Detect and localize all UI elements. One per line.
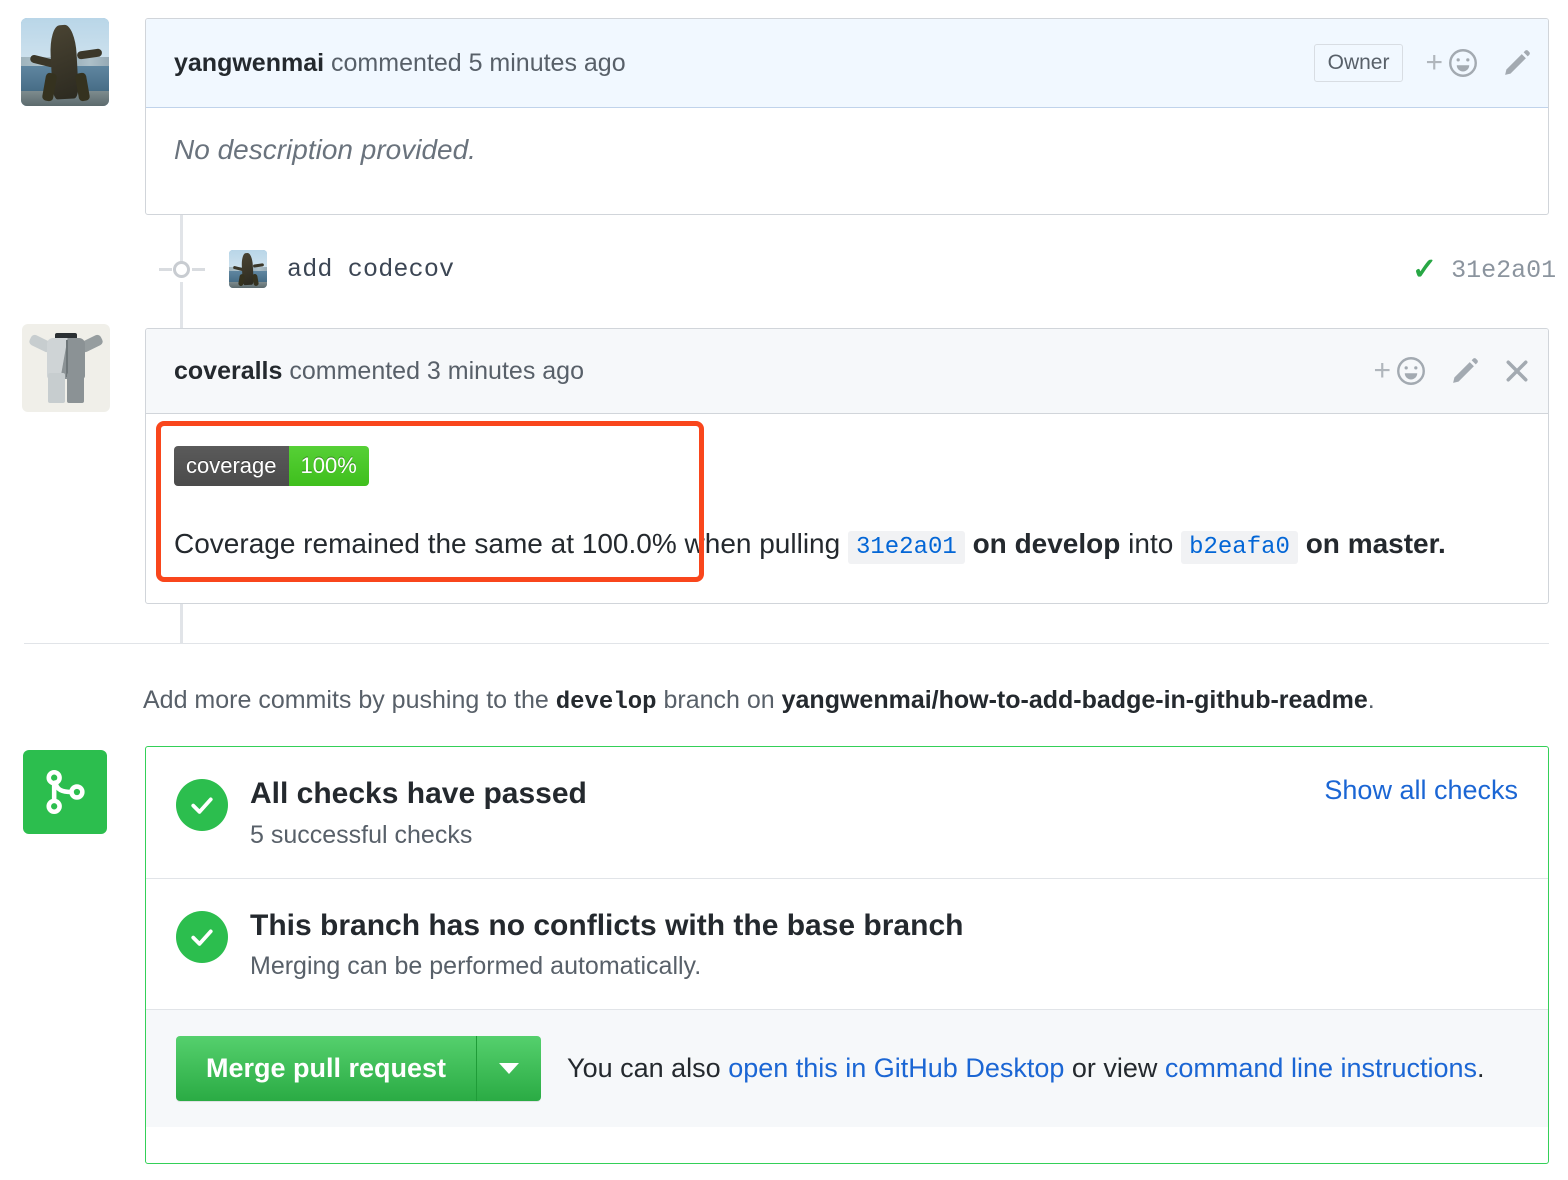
footer-text-part3: . bbox=[1477, 1053, 1485, 1083]
push-more-commits-notice: Add more commits by pushing to the devel… bbox=[143, 686, 1375, 716]
coveralls-author-line: coveralls commented 3 minutes ago bbox=[174, 357, 584, 386]
command-line-instructions-link[interactable]: command line instructions bbox=[1165, 1053, 1477, 1083]
base-sha-pill: b2eafa0 bbox=[1181, 531, 1298, 564]
push-notice-part2: branch on bbox=[656, 686, 782, 714]
coverage-badge[interactable]: coverage 100% bbox=[174, 446, 369, 486]
comment-author-line: yangwenmai commented 5 minutes ago bbox=[174, 49, 626, 78]
coveralls-comment-header: coveralls commented 3 minutes ago + bbox=[146, 329, 1548, 414]
timeline-rail-lower bbox=[180, 282, 183, 330]
coverage-badge-value: 100% bbox=[288, 446, 369, 486]
conflicts-texts: This branch has no conflicts with the ba… bbox=[250, 909, 963, 982]
commit-author-avatar bbox=[229, 250, 267, 288]
commit-row[interactable]: add codecov bbox=[229, 250, 454, 288]
coveralls-zipper bbox=[65, 339, 68, 377]
coverage-summary-text: Coverage remained the same at 100.0% whe… bbox=[174, 528, 1520, 564]
git-merge-icon bbox=[46, 770, 85, 814]
comment-body: No description provided. bbox=[146, 108, 1548, 192]
timeline-rail-upper bbox=[180, 215, 183, 265]
coveralls-author[interactable]: coveralls bbox=[174, 357, 282, 385]
coveralls-header-actions: + bbox=[1373, 354, 1532, 388]
comment-timestamp: commented 5 minutes ago bbox=[324, 48, 626, 77]
coverage-summary-part1: Coverage remained the same at 100.0% whe… bbox=[174, 528, 848, 559]
commit-message[interactable]: add codecov bbox=[287, 255, 454, 284]
conflicts-section: This branch has no conflicts with the ba… bbox=[146, 879, 1548, 1010]
comment-coveralls: coveralls commented 3 minutes ago + cove… bbox=[145, 328, 1549, 604]
conflicts-row: This branch has no conflicts with the ba… bbox=[176, 909, 1518, 982]
push-notice-repo: yangwenmai/how-to-add-badge-in-github-re… bbox=[781, 686, 1368, 714]
timeline-divider bbox=[24, 643, 1549, 644]
push-notice-part1: Add more commits by pushing to the bbox=[143, 686, 556, 714]
commit-sha[interactable]: 31e2a01 bbox=[1451, 256, 1556, 285]
chevron-down-icon bbox=[499, 1063, 520, 1074]
avatar-yangwenmai[interactable] bbox=[21, 18, 109, 106]
checks-row: All checks have passed 5 successful chec… bbox=[176, 777, 1518, 850]
coveralls-timestamp: commented 3 minutes ago bbox=[282, 356, 584, 385]
checks-title: All checks have passed bbox=[250, 777, 587, 810]
edit-comment-icon[interactable] bbox=[1450, 356, 1480, 386]
merge-status-icon-tile bbox=[23, 750, 107, 834]
merge-pull-request-button-group: Merge pull request bbox=[176, 1036, 542, 1101]
show-all-checks-link[interactable]: Show all checks bbox=[1324, 775, 1518, 806]
checks-subtitle: 5 successful checks bbox=[250, 820, 473, 849]
add-reaction-icon[interactable]: + bbox=[1425, 46, 1480, 80]
base-branch-text: on master. bbox=[1297, 528, 1446, 559]
checks-passed-icon bbox=[176, 779, 228, 831]
plus-icon: + bbox=[1425, 46, 1443, 79]
checks-section: All checks have passed 5 successful chec… bbox=[146, 747, 1548, 878]
merge-footer-text: You can also open this in GitHub Desktop… bbox=[567, 1053, 1485, 1084]
no-conflicts-icon bbox=[176, 910, 228, 963]
timeline-rail-bottom bbox=[180, 604, 183, 644]
open-in-github-desktop-link[interactable]: open this in GitHub Desktop bbox=[728, 1053, 1064, 1083]
comment-yangwenmai: yangwenmai commented 5 minutes ago Owner… bbox=[145, 18, 1549, 215]
coveralls-leg-left bbox=[48, 373, 66, 404]
merge-footer: Merge pull request You can also open thi… bbox=[146, 1010, 1548, 1127]
comment-header: yangwenmai commented 5 minutes ago Owner… bbox=[146, 19, 1548, 108]
no-description-text: No description provided. bbox=[174, 134, 476, 165]
merge-options-dropdown-button[interactable] bbox=[477, 1036, 542, 1101]
avatar-coveralls[interactable] bbox=[22, 324, 110, 412]
coveralls-body: coverage 100% Coverage remained the same… bbox=[146, 414, 1548, 593]
push-notice-branch: develop bbox=[555, 689, 657, 716]
pull-request-timeline: yangwenmai commented 5 minutes ago Owner… bbox=[0, 0, 1568, 1180]
plus-icon: + bbox=[1373, 354, 1391, 387]
timeline-commit-dot bbox=[173, 261, 190, 278]
conflicts-subtitle: Merging can be performed automatically. bbox=[250, 952, 702, 980]
head-branch-text: on develop bbox=[964, 528, 1129, 559]
footer-text-part1: You can also bbox=[567, 1053, 729, 1083]
conflicts-title: This branch has no conflicts with the ba… bbox=[250, 908, 964, 942]
checks-texts: All checks have passed 5 successful chec… bbox=[250, 777, 587, 850]
merge-status-box: All checks have passed 5 successful chec… bbox=[145, 746, 1549, 1164]
close-icon[interactable] bbox=[1502, 356, 1532, 386]
merge-pull-request-button[interactable]: Merge pull request bbox=[176, 1036, 478, 1101]
owner-badge: Owner bbox=[1313, 44, 1404, 82]
coverage-badge-label: coverage bbox=[174, 446, 289, 486]
commit-status-group: ✓ 31e2a01 bbox=[1412, 255, 1556, 285]
head-sha-pill: 31e2a01 bbox=[847, 531, 965, 564]
footer-text-part2: or view bbox=[1064, 1053, 1165, 1083]
commit-status-check-icon[interactable]: ✓ bbox=[1412, 255, 1437, 285]
timeline-tick-right bbox=[192, 268, 205, 271]
coveralls-leg-right bbox=[66, 373, 84, 404]
timeline-tick-left bbox=[159, 268, 172, 271]
edit-comment-icon[interactable] bbox=[1502, 48, 1532, 78]
comment-author[interactable]: yangwenmai bbox=[174, 49, 324, 77]
into-text: into bbox=[1128, 528, 1182, 559]
add-reaction-icon[interactable]: + bbox=[1373, 354, 1428, 388]
comment-header-actions: Owner + bbox=[1313, 44, 1532, 82]
push-notice-part3: . bbox=[1367, 686, 1375, 714]
